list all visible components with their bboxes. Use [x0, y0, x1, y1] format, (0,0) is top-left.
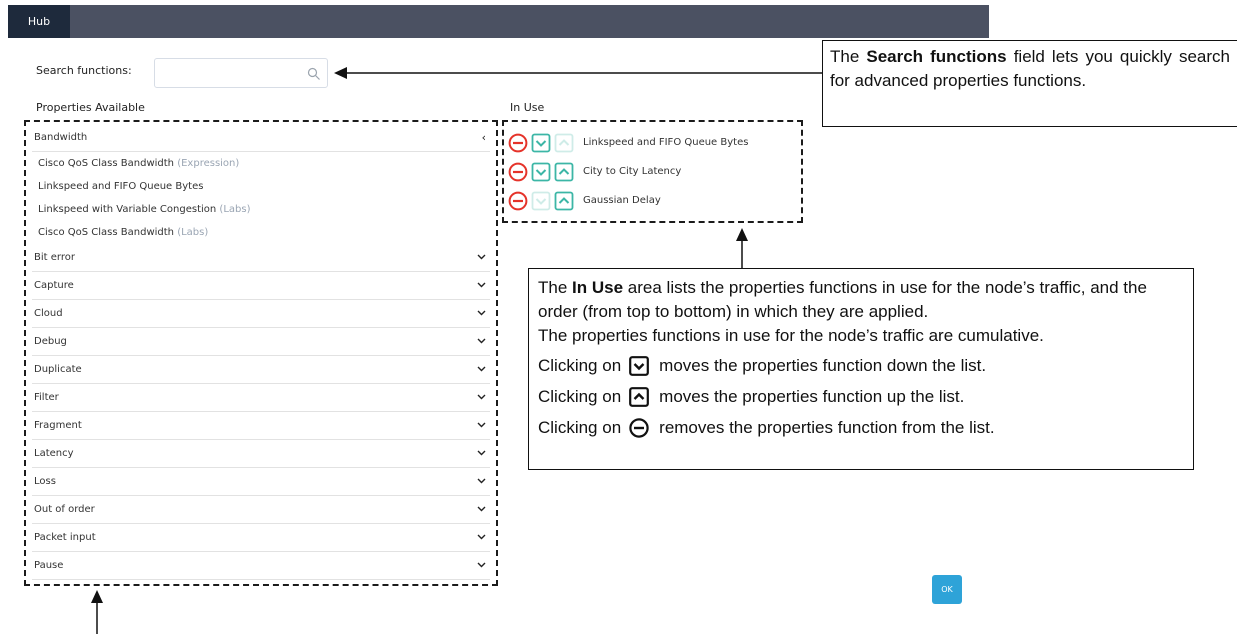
callout-text: The	[830, 47, 860, 66]
ok-button[interactable]: OK	[932, 575, 962, 604]
category-row[interactable]: Duplicate	[32, 356, 490, 384]
callout-text: removes the properties function from the…	[659, 417, 995, 437]
arrow-down-box-icon[interactable]	[531, 133, 551, 153]
arrow-up-box-icon[interactable]	[554, 191, 574, 211]
in-use-list: Linkspeed and FIFO Queue Bytes City to Ci…	[508, 128, 798, 215]
category-label: Capture	[34, 280, 74, 291]
search-arrow	[334, 67, 822, 79]
chevron-left-icon[interactable]: ‹	[482, 124, 486, 152]
tab-hub[interactable]: Hub	[8, 5, 70, 38]
callout-text: The	[538, 278, 568, 297]
chevron-down-icon[interactable]	[477, 468, 486, 496]
category-row[interactable]: Loss	[32, 468, 490, 496]
property-item[interactable]: Cisco QoS Class Bandwidth (Labs)	[32, 221, 490, 244]
arrow-up-box-icon[interactable]	[554, 162, 574, 182]
callout-bold: Search functions	[866, 47, 1007, 66]
in-use-item-label: City to City Latency	[583, 166, 682, 177]
in-use-callout: The In Use area lists the properties fun…	[528, 268, 1194, 470]
properties-arrow	[91, 590, 103, 634]
category-row[interactable]: Fragment	[32, 412, 490, 440]
callout-text: Clicking on	[538, 417, 622, 437]
callout-text: area lists the properties functions in u…	[538, 278, 1147, 321]
minus-circle-icon[interactable]	[508, 162, 528, 182]
in-use-item-label: Linkspeed and FIFO Queue Bytes	[583, 137, 749, 148]
category-label: Bit error	[34, 252, 75, 263]
in-use-item: Linkspeed and FIFO Queue Bytes	[508, 128, 798, 157]
category-label: Cloud	[34, 308, 63, 319]
arrow-up-box-icon	[554, 133, 574, 152]
property-item-label: Cisco QoS Class Bandwidth	[38, 227, 175, 238]
chevron-down-icon[interactable]	[477, 356, 486, 384]
minus-circle-icon[interactable]	[508, 191, 528, 211]
property-item-label: Linkspeed with Variable Congestion	[38, 204, 217, 215]
arrow-down-box-icon	[531, 191, 551, 210]
in-use-title: In Use	[510, 101, 545, 114]
callout-text: Clicking on	[538, 386, 622, 406]
category-row[interactable]: Latency	[32, 440, 490, 468]
category-bandwidth[interactable]: Bandwidth ‹	[32, 124, 490, 152]
category-label: Bandwidth	[34, 132, 88, 143]
category-label: Fragment	[34, 420, 82, 431]
chevron-down-icon[interactable]	[477, 496, 486, 524]
chevron-down-icon[interactable]	[477, 524, 486, 552]
search-icon[interactable]	[307, 66, 321, 80]
minus-circle-icon[interactable]	[508, 133, 528, 153]
category-label: Duplicate	[34, 364, 82, 375]
in-use-item-label: Gaussian Delay	[583, 195, 661, 206]
category-label: Packet input	[34, 532, 96, 543]
chevron-down-icon[interactable]	[477, 244, 486, 272]
in-use-arrow	[736, 228, 748, 268]
property-item-label: Linkspeed and FIFO Queue Bytes	[38, 181, 204, 192]
callout-intro: The In Use area lists the properties fun…	[538, 276, 1184, 324]
arrow-down-box-icon	[629, 355, 650, 376]
legend-up: Clicking on moves the properties functio…	[538, 381, 1184, 412]
category-row[interactable]: Packet input	[32, 524, 490, 552]
property-item-tag: (Expression)	[177, 158, 240, 169]
category-row[interactable]: Debug	[32, 328, 490, 356]
category-label: Out of order	[34, 504, 95, 515]
chevron-down-icon[interactable]	[477, 440, 486, 468]
callout-text: moves the properties function down the l…	[659, 355, 987, 375]
callout-text: Clicking on	[538, 355, 622, 375]
arrow-down-box-icon[interactable]	[531, 162, 551, 182]
property-item[interactable]: Linkspeed with Variable Congestion (Labs…	[32, 198, 490, 221]
legend-remove: Clicking on removes the properties funct…	[538, 412, 1184, 443]
category-row[interactable]: Capture	[32, 272, 490, 300]
chevron-down-icon[interactable]	[477, 384, 486, 412]
category-label: Latency	[34, 448, 74, 459]
category-label: Pause	[34, 560, 64, 571]
search-functions-callout: The Search functions field lets you quic…	[822, 40, 1237, 127]
property-item-tag: (Labs)	[219, 204, 251, 215]
category-row[interactable]: Cloud	[32, 300, 490, 328]
property-item[interactable]: Linkspeed and FIFO Queue Bytes	[32, 175, 490, 198]
property-item[interactable]: Cisco QoS Class Bandwidth (Expression)	[32, 152, 490, 175]
property-item-label: Cisco QoS Class Bandwidth	[38, 158, 175, 169]
properties-available-title: Properties Available	[36, 101, 145, 114]
search-input[interactable]	[154, 58, 328, 88]
minus-circle-icon	[629, 417, 649, 438]
category-row[interactable]: Filter	[32, 384, 490, 412]
in-use-item: City to City Latency	[508, 157, 798, 186]
legend-down: Clicking on moves the properties functio…	[538, 350, 1184, 381]
category-label: Filter	[34, 392, 59, 403]
property-item-tag: (Labs)	[177, 227, 209, 238]
callout-text: moves the properties function up the lis…	[659, 386, 965, 406]
category-row[interactable]: Bit error	[32, 244, 490, 272]
category-label: Debug	[34, 336, 67, 347]
chevron-down-icon[interactable]	[477, 552, 486, 580]
chevron-down-icon[interactable]	[477, 300, 486, 328]
in-use-item: Gaussian Delay	[508, 186, 798, 215]
callout-cumulative: The properties functions in use for the …	[538, 326, 1044, 345]
top-bar	[8, 5, 989, 38]
chevron-down-icon[interactable]	[477, 412, 486, 440]
callout-bold: In Use	[572, 278, 624, 297]
category-row[interactable]: Out of order	[32, 496, 490, 524]
search-label: Search functions:	[36, 64, 132, 77]
chevron-down-icon[interactable]	[477, 328, 486, 356]
category-row[interactable]: Pause	[32, 552, 490, 580]
category-label: Loss	[34, 476, 56, 487]
arrow-up-box-icon	[629, 386, 650, 407]
properties-list: Bandwidth ‹ Cisco QoS Class Bandwidth (E…	[32, 124, 490, 580]
chevron-down-icon[interactable]	[477, 272, 486, 300]
